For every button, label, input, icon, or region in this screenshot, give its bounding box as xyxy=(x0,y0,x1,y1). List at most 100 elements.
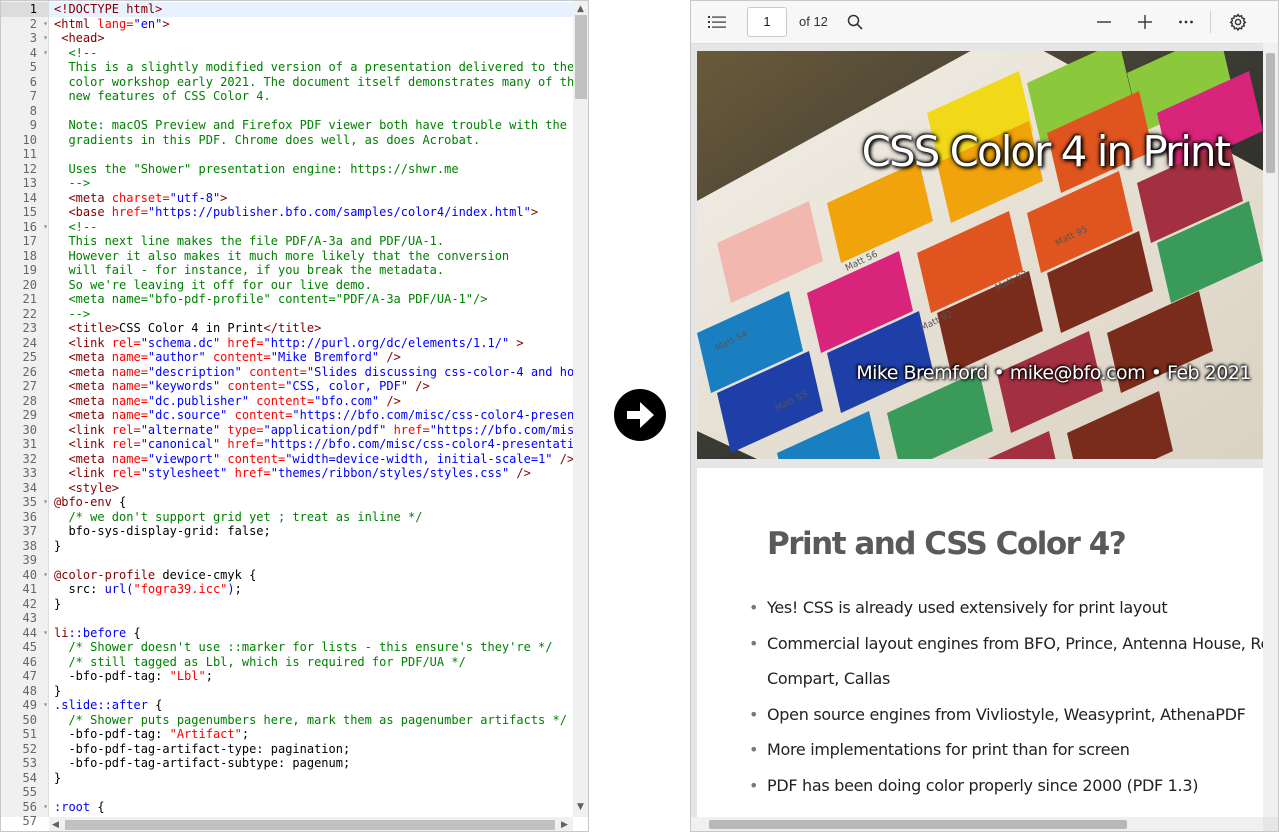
code-line[interactable]: <base href="https://publisher.bfo.com/sa… xyxy=(54,205,538,220)
code-token: } xyxy=(54,683,62,698)
code-line[interactable]: This is a slightly modified version of a… xyxy=(54,60,573,75)
code-area[interactable]: <!DOCTYPE html> <html lang="en"> <head> <… xyxy=(49,1,573,817)
code-line[interactable]: <meta name="bfo-pdf-profile" content="PD… xyxy=(54,292,487,307)
code-line[interactable]: <link rel="schema.dc" href="http://purl.… xyxy=(54,336,523,351)
code-line[interactable]: --> xyxy=(54,176,90,191)
code-line[interactable]: -bfo-pdf-tag: "Artifact"; xyxy=(54,727,249,742)
code-line[interactable]: <meta charset="utf-8"> xyxy=(54,191,227,206)
code-line[interactable]: color workshop early 2021. The document … xyxy=(54,75,573,90)
code-line[interactable]: <!DOCTYPE html> xyxy=(54,2,162,17)
code-token: "utf-8" xyxy=(169,190,221,205)
code-line[interactable]: <head> xyxy=(54,31,104,46)
fold-toggle-icon[interactable]: ▾ xyxy=(43,626,48,641)
code-line[interactable]: <meta name="dc.publisher" content="bfo.c… xyxy=(54,393,401,409)
list-icon[interactable] xyxy=(707,12,727,32)
code-line[interactable]: } xyxy=(54,771,61,786)
pdf-viewer[interactable]: 1 of 12 Matt 54 Matt 55 Matt 56 Matt 92 … xyxy=(690,0,1279,832)
line-number-text: 42 xyxy=(22,596,37,611)
code-line[interactable]: This next line makes the file PDF/A-3a a… xyxy=(54,234,444,249)
code-line[interactable]: <link rel="stylesheet" href="themes/ribb… xyxy=(54,466,530,481)
fold-toggle-icon[interactable]: ▾ xyxy=(43,698,48,713)
code-line[interactable]: <!-- xyxy=(54,220,97,235)
code-line[interactable]: will fail - for instance, if you break t… xyxy=(54,263,444,278)
code-line[interactable]: Note: macOS Preview and Firefox PDF view… xyxy=(54,118,567,133)
code-line[interactable]: -bfo-pdf-tag-artifact-subtype: pagenum; xyxy=(54,756,350,771)
fold-toggle-icon[interactable]: ▾ xyxy=(43,17,48,32)
code-line[interactable]: <!-- xyxy=(54,46,97,61)
code-line[interactable]: } xyxy=(54,597,61,612)
line-number: 33 xyxy=(1,466,49,481)
code-line[interactable]: /* Shower doesn't use ::marker for lists… xyxy=(54,640,552,655)
code-line[interactable]: <meta name="author" content="Mike Bremfo… xyxy=(54,350,400,365)
code-line[interactable]: gradients in this PDF. Chrome does well,… xyxy=(54,133,480,148)
line-number-text: 36 xyxy=(22,509,37,524)
fold-toggle-icon[interactable]: ▾ xyxy=(43,46,48,61)
slide-title-page: Matt 54 Matt 55 Matt 56 Matt 92 Matt 93 … xyxy=(697,51,1263,459)
code-line[interactable]: <html lang="en"> xyxy=(54,17,170,32)
search-icon[interactable] xyxy=(845,12,865,32)
editor-vertical-scrollbar[interactable]: ▲ ▼ xyxy=(573,1,588,817)
code-line[interactable]: <title>CSS Color 4 in Print</title> xyxy=(54,321,321,336)
scroll-left-icon[interactable]: ◀ xyxy=(52,820,59,830)
code-token: CSS Color 4 in Print xyxy=(119,321,264,335)
code-line[interactable]: <style> xyxy=(54,481,119,496)
line-number: 25 xyxy=(1,350,49,365)
code-line[interactable]: bfo-sys-display-grid: false; xyxy=(54,524,270,539)
fold-toggle-icon[interactable]: ▾ xyxy=(43,220,48,235)
code-line[interactable]: -bfo-pdf-tag: "Lbl"; xyxy=(54,669,213,684)
editor-vertical-scroll-thumb[interactable] xyxy=(575,15,587,99)
fold-toggle-icon[interactable]: ▾ xyxy=(43,568,48,583)
line-number: 41 xyxy=(1,582,49,597)
code-line[interactable]: <link rel="alternate" type="application/… xyxy=(54,423,573,438)
code-line[interactable]: } xyxy=(54,684,61,699)
code-editor[interactable]: 1 2 ▾ 3 ▾ 4 ▾ 5 6 7 8 9 10 11 12 13 14 15 16 ▾ 17 18 19 20 21 22 2… xyxy=(0,0,589,832)
code-line[interactable]: <meta name="dc.source" content="https://… xyxy=(54,408,573,423)
code-token: /> xyxy=(386,393,401,408)
code-line[interactable]: /* we don't support grid yet ; treat as … xyxy=(54,510,422,525)
code-line[interactable]: @bfo-env { xyxy=(54,495,126,510)
page-number-input[interactable]: 1 xyxy=(747,7,787,37)
scroll-up-icon[interactable]: ▲ xyxy=(577,4,584,14)
editor-horizontal-scroll-thumb[interactable] xyxy=(65,820,555,830)
code-line[interactable]: } xyxy=(54,539,61,554)
scroll-down-icon[interactable]: ▼ xyxy=(577,802,584,812)
zoom-in-icon[interactable] xyxy=(1135,12,1155,32)
code-line[interactable]: -bfo-pdf-tag-artifact-type: pagination; xyxy=(54,742,350,757)
code-line[interactable]: --> xyxy=(54,307,90,322)
code-token: <link xyxy=(54,437,112,451)
code-line[interactable]: new features of CSS Color 4. xyxy=(54,89,270,104)
code-line[interactable]: .slide::after { xyxy=(54,698,162,713)
code-line[interactable]: Uses the "Shower" presentation engine: h… xyxy=(54,162,458,177)
code-token: "https://bfo.com/misc/cs xyxy=(429,422,573,437)
code-token: /* Shower puts pagenumbers here, mark th… xyxy=(54,712,567,727)
code-line[interactable]: So we're leaving it off for our live dem… xyxy=(54,278,371,293)
code-line[interactable]: <link rel="canonical" href="https://bfo.… xyxy=(54,437,573,452)
viewer-horizontal-scrollbar[interactable] xyxy=(691,817,1263,831)
code-line[interactable]: <meta name="keywords" content="CSS, colo… xyxy=(54,379,429,394)
viewer-vertical-scroll-thumb[interactable] xyxy=(1266,53,1275,173)
code-line[interactable]: @color-profile device-cmyk { xyxy=(54,568,256,583)
settings-icon[interactable] xyxy=(1228,12,1248,32)
zoom-out-icon[interactable] xyxy=(1094,12,1114,32)
code-line[interactable]: /* Shower puts pagenumbers here, mark th… xyxy=(54,713,567,728)
code-token: .slide::after xyxy=(54,698,156,712)
editor-horizontal-scrollbar[interactable]: ◀ ▶ xyxy=(49,817,573,831)
scroll-right-icon[interactable]: ▶ xyxy=(561,820,568,830)
viewer-horizontal-scroll-thumb[interactable] xyxy=(709,820,1127,829)
code-token: -bfo-pdf-tag-artifact-subtype: pagenum; xyxy=(54,756,351,770)
code-token: lang= xyxy=(97,16,134,31)
fold-toggle-icon[interactable]: ▾ xyxy=(43,800,48,815)
line-number-text: 41 xyxy=(22,582,37,596)
code-line[interactable]: However it also makes it much more likel… xyxy=(54,249,509,264)
code-line[interactable]: <meta name="viewport" content="width=dev… xyxy=(54,452,573,467)
more-icon[interactable] xyxy=(1176,12,1196,32)
code-line[interactable]: /* still tagged as Lbl, which is require… xyxy=(54,655,465,670)
fold-toggle-icon[interactable]: ▾ xyxy=(43,31,48,46)
fold-toggle-icon[interactable]: ▾ xyxy=(43,495,48,510)
code-line[interactable]: li::before { xyxy=(54,626,141,641)
viewer-vertical-scrollbar[interactable] xyxy=(1263,43,1278,817)
code-line[interactable]: :root { xyxy=(54,800,105,815)
code-line[interactable]: src: url("fogra39.icc"); xyxy=(54,582,241,597)
line-number-text: 7 xyxy=(29,89,37,103)
code-line[interactable]: <meta name="description" content="Slides… xyxy=(54,365,573,380)
